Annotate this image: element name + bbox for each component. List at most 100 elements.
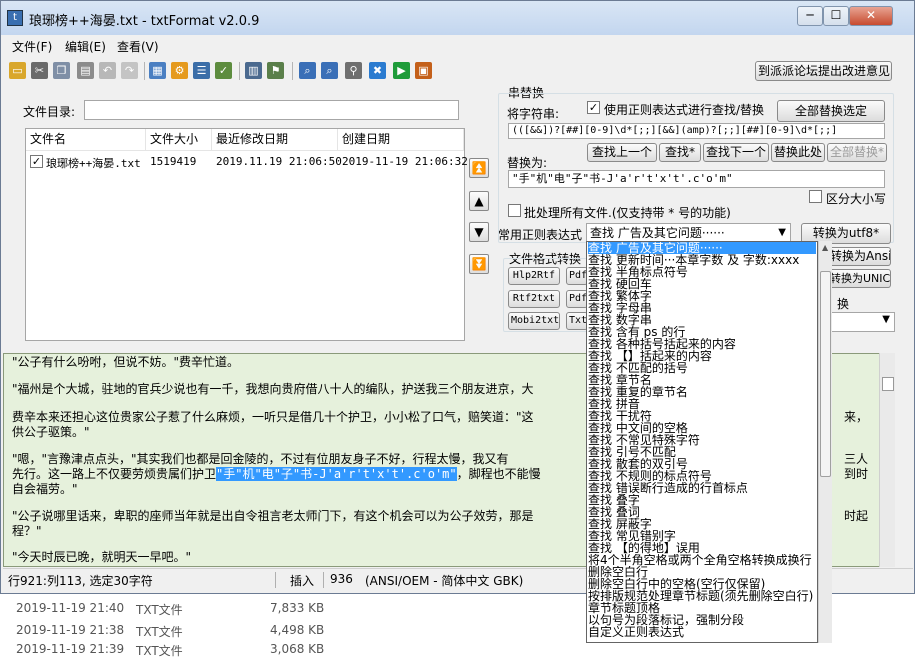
scrollbar-thumb[interactable] [882, 377, 894, 391]
minimize-button[interactable]: ─ [797, 6, 823, 26]
convert-unicode-button[interactable]: 转换为UNICODE* [827, 269, 891, 288]
dropdown-option[interactable]: 查找 各种括号括起来的内容 [588, 338, 816, 350]
dropdown-option[interactable]: 查找 常见错别字 [588, 530, 816, 542]
bookmark-icon[interactable]: ⚑ [267, 62, 284, 79]
run-icon[interactable]: ▶ [393, 62, 410, 79]
mobi2txt-button[interactable]: Mobi2txt [508, 312, 560, 330]
pdf-button-2[interactable]: Pdf [566, 290, 588, 308]
editor-fragment: 来， [844, 410, 869, 424]
dir-input[interactable] [84, 100, 459, 120]
common-regex-select[interactable]: 查找 广告及其它问题······ ▼ [586, 223, 791, 243]
dropdown-option[interactable]: 查找 引号不匹配 [588, 446, 816, 458]
find-next-button[interactable]: 查找下一个 [703, 143, 769, 162]
dropdown-option[interactable]: 按排版规范处理章节标题(须先删除空白行) [588, 590, 816, 602]
editor-scrollbar[interactable] [879, 353, 895, 567]
dropdown-option[interactable]: 查找 【的得地】误用 [588, 542, 816, 554]
toolbar-separator [292, 62, 293, 80]
replace-input[interactable]: "手"机"电"子"书-J'a'r't'x't'.c'o'm" [508, 170, 885, 188]
case-sensitive-checkbox[interactable] [809, 190, 822, 203]
dropdown-option[interactable]: 删除空白行中的空格(空行仅保留) [588, 578, 816, 590]
dropdown-option[interactable]: 以句号为段落标记，强制分段 [588, 614, 816, 626]
find-icon[interactable]: ⌕ [299, 62, 316, 79]
cut-icon[interactable]: ✂ [31, 62, 48, 79]
find-next-icon[interactable]: ⌕ [321, 62, 338, 79]
tools-icon[interactable]: ✖ [369, 62, 386, 79]
dropdown-option[interactable]: 查找 不规则的标点符号 [588, 470, 816, 482]
dropdown-option[interactable]: 查找 数字串 [588, 314, 816, 326]
replace-here-button[interactable]: 替换此处 [771, 143, 825, 162]
dropdown-option[interactable]: 自定义正则表达式 [588, 626, 816, 638]
spellcheck-icon[interactable]: ✓ [215, 62, 232, 79]
pdf-button-1[interactable]: Pdf [566, 267, 588, 285]
dropdown-option[interactable]: 查找 更新时间···本章字数 及 字数:xxxx [588, 254, 816, 266]
redo-icon[interactable]: ↷ [121, 62, 138, 79]
dropdown-scrollbar[interactable]: ▲ [818, 241, 832, 643]
forum-feedback-button[interactable]: 到派派论坛提出改进意见 [755, 61, 892, 81]
replace-all-star-button[interactable]: 全部替换* [827, 143, 887, 162]
dropdown-option[interactable]: 删除空白行 [588, 566, 816, 578]
convert-ansi-button[interactable]: 转换为Ansi* [827, 247, 891, 266]
dropdown-option[interactable]: 查找 字母串 [588, 302, 816, 314]
move-down-button[interactable]: ▼ [469, 222, 489, 242]
menu-view[interactable]: 查看(V) [117, 38, 159, 55]
column-header-name[interactable]: 文件名 [26, 129, 146, 151]
app-icon: t [7, 10, 23, 26]
dropdown-option[interactable]: 查找 章节名 [588, 374, 816, 386]
dropdown-option[interactable]: 查找 半角标点符号 [588, 266, 816, 278]
file-name: 琅琊榜++海晏.txt [46, 157, 141, 170]
rtf2txt-button[interactable]: Rtf2txt [508, 290, 560, 308]
common-regex-dropdown[interactable]: 查找 广告及其它问题······ 查找 更新时间···本章字数 及 字数:xxxx… [586, 241, 818, 643]
dropdown-option[interactable]: 查找 重复的章节名 [588, 386, 816, 398]
row-checkbox[interactable]: ✓ [30, 155, 43, 168]
move-bottom-button[interactable]: ⏬ [469, 254, 489, 274]
chart-icon[interactable]: ▥ [245, 62, 262, 79]
copy-icon[interactable]: ❐ [53, 62, 70, 79]
replace-partial-label: 换 [837, 297, 850, 311]
close-button[interactable]: ✕ [849, 6, 893, 26]
scroll-up-icon[interactable]: ▲ [822, 243, 828, 252]
dropdown-option[interactable]: 查找 散套的双引号 [588, 458, 816, 470]
dropdown-option[interactable]: 查找 错误断行造成的行首标点 [588, 482, 816, 494]
menu-edit[interactable]: 编辑(E) [65, 38, 106, 55]
dropdown-option[interactable]: 查找 叠字 [588, 494, 816, 506]
find-input[interactable]: (([&&])?[##][0-9]\d*[;;][&&](amp)?[;;][#… [508, 123, 885, 139]
txt-button[interactable]: Txt [566, 312, 588, 330]
open-folder-icon[interactable]: ▭ [9, 62, 26, 79]
move-up-button[interactable]: ▲ [469, 191, 489, 211]
dropdown-option[interactable]: 将4个半角空格或两个全角空格转换成换行 [588, 554, 816, 566]
option-select[interactable]: ▼ [827, 312, 895, 332]
dropdown-option[interactable]: 查找 【】括起来的内容 [588, 350, 816, 362]
replace-all-selected-button[interactable]: 全部替换选定 [777, 100, 885, 122]
paste-icon[interactable]: ▤ [77, 62, 94, 79]
dropdown-option[interactable]: 查找 硬回车 [588, 278, 816, 290]
undo-icon[interactable]: ↶ [99, 62, 116, 79]
dropdown-option[interactable]: 查找 干扰符 [588, 410, 816, 422]
find-prev-button[interactable]: 查找上一个 [587, 143, 657, 162]
replace-icon[interactable]: ⚲ [345, 62, 362, 79]
dropdown-option[interactable]: 查找 中文间的空格 [588, 422, 816, 434]
column-header-created[interactable]: 创建日期 [338, 129, 464, 151]
dropdown-option[interactable]: 查找 含有 ps 的行 [588, 326, 816, 338]
find-star-button[interactable]: 查找* [659, 143, 701, 162]
format-icon[interactable]: ▦ [149, 62, 166, 79]
move-top-button[interactable]: ⏫ [469, 158, 489, 178]
dropdown-option[interactable]: 章节标题顶格 [588, 602, 816, 614]
column-header-size[interactable]: 文件大小 [146, 129, 212, 151]
settings-gear-icon[interactable]: ⚙ [171, 62, 188, 79]
maximize-button[interactable]: ☐ [823, 6, 849, 26]
batch-checkbox[interactable] [508, 204, 521, 217]
dropdown-option[interactable]: 查找 叠词 [588, 506, 816, 518]
dropdown-option[interactable]: 查找 不匹配的括号 [588, 362, 816, 374]
use-regex-checkbox[interactable]: ✓ [587, 101, 600, 114]
align-icon[interactable]: ☰ [193, 62, 210, 79]
menu-file[interactable]: 文件(F) [12, 38, 52, 55]
dropdown-option[interactable]: 查找 繁体字 [588, 290, 816, 302]
dropdown-option[interactable]: 查找 不常见特殊字符 [588, 434, 816, 446]
scrollbar-thumb[interactable] [820, 271, 831, 477]
hlp2rtf-button[interactable]: Hlp2Rtf [508, 267, 560, 285]
image-icon[interactable]: ▣ [415, 62, 432, 79]
column-header-modified[interactable]: 最近修改日期 [212, 129, 338, 151]
dropdown-option[interactable]: 查找 屏蔽字 [588, 518, 816, 530]
dropdown-option[interactable]: 查找 拼音 [588, 398, 816, 410]
dropdown-option[interactable]: 查找 广告及其它问题······ [588, 242, 816, 254]
